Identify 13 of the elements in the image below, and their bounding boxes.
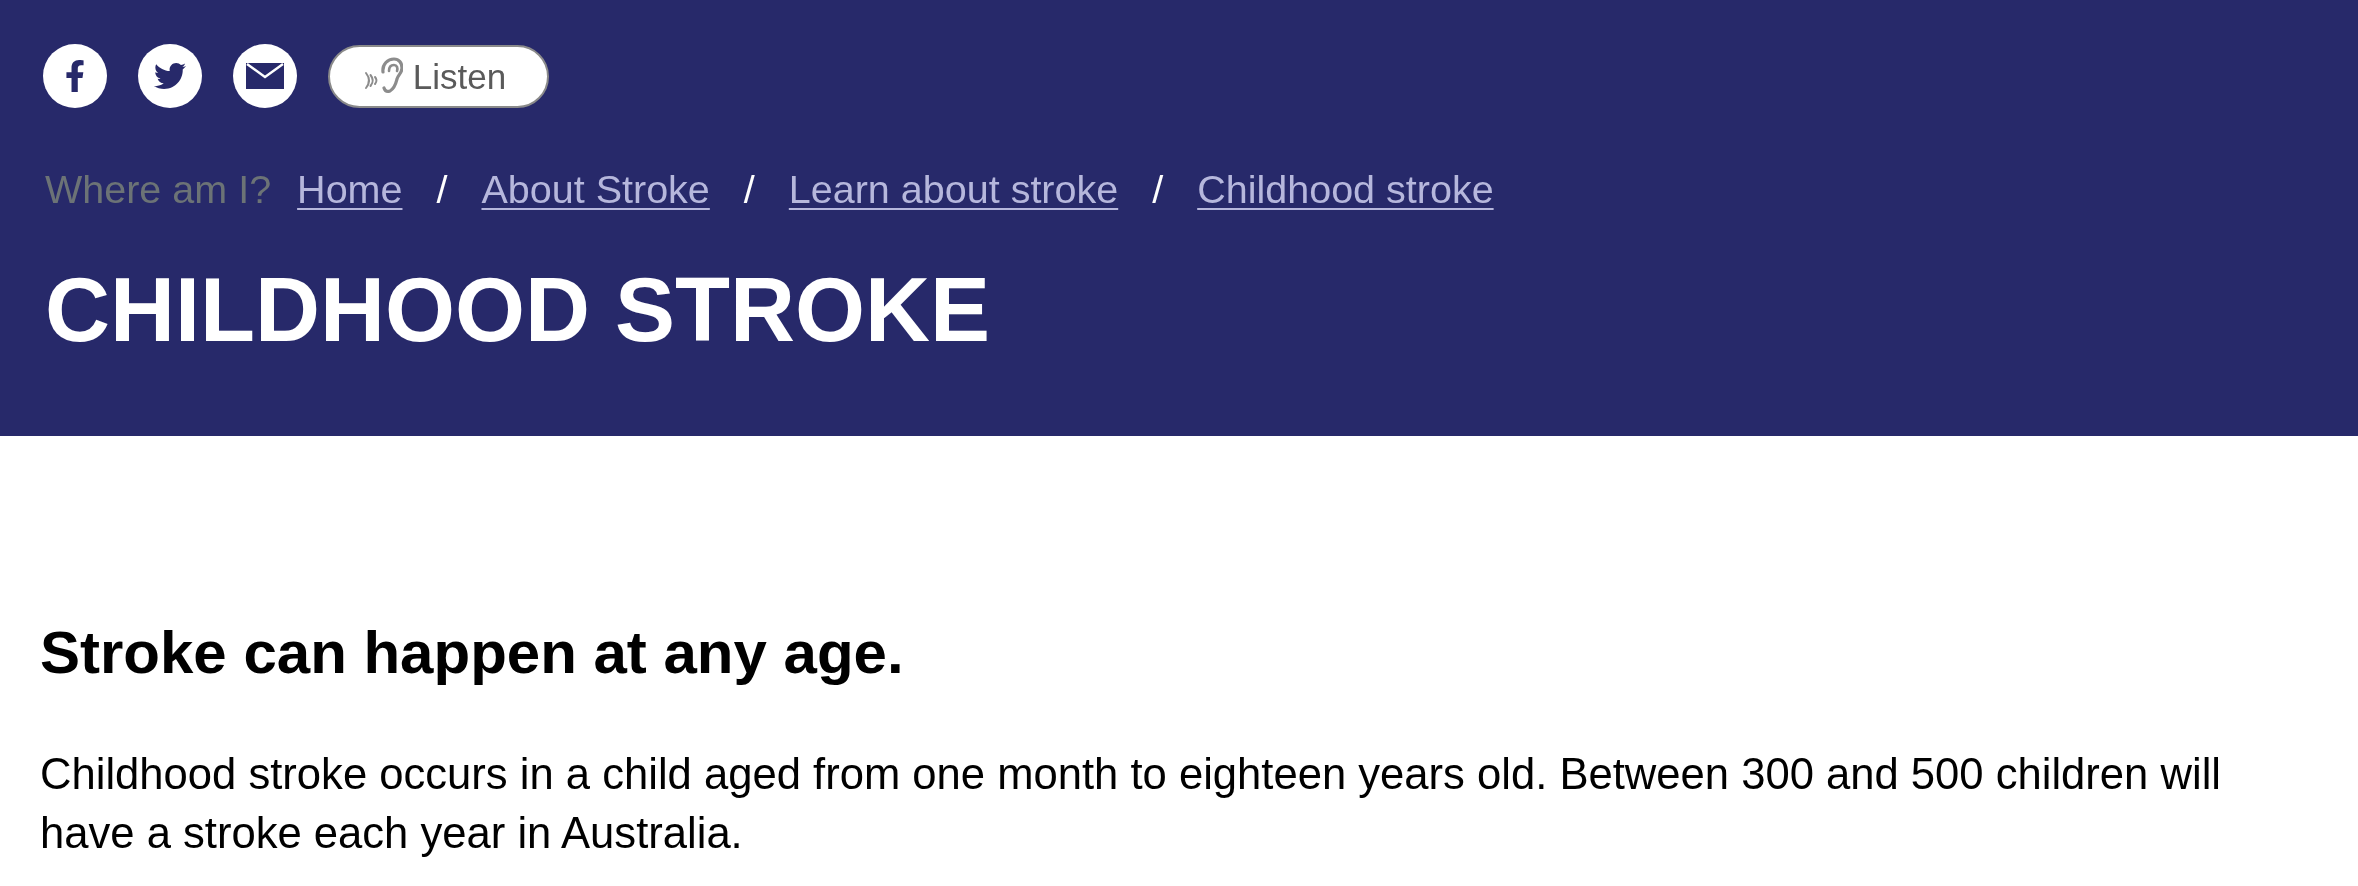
breadcrumb-link[interactable]: Learn about stroke: [788, 166, 1119, 214]
breadcrumb-separator: /: [743, 166, 755, 213]
breadcrumb-separator: /: [436, 166, 448, 213]
section-heading: Stroke can happen at any age.: [40, 618, 905, 688]
body-paragraph: Childhood stroke occurs in a child aged from one month to eighteen years old. Between 300 and 500 children will have a stroke each year in Australia.: [40, 749, 2222, 859]
breadcrumb-separator: /: [1152, 166, 1164, 213]
breadcrumb-link[interactable]: Home: [297, 166, 403, 214]
page-title: CHILDHOOD STROKE: [44, 265, 991, 356]
listen-button[interactable]: Listen: [328, 44, 549, 108]
ear-sound-icon: [362, 57, 403, 95]
breadcrumb-label: Where am I?: [45, 166, 272, 213]
breadcrumb-link[interactable]: About Stroke: [481, 166, 710, 214]
breadcrumb-link[interactable]: Childhood stroke: [1197, 166, 1494, 214]
